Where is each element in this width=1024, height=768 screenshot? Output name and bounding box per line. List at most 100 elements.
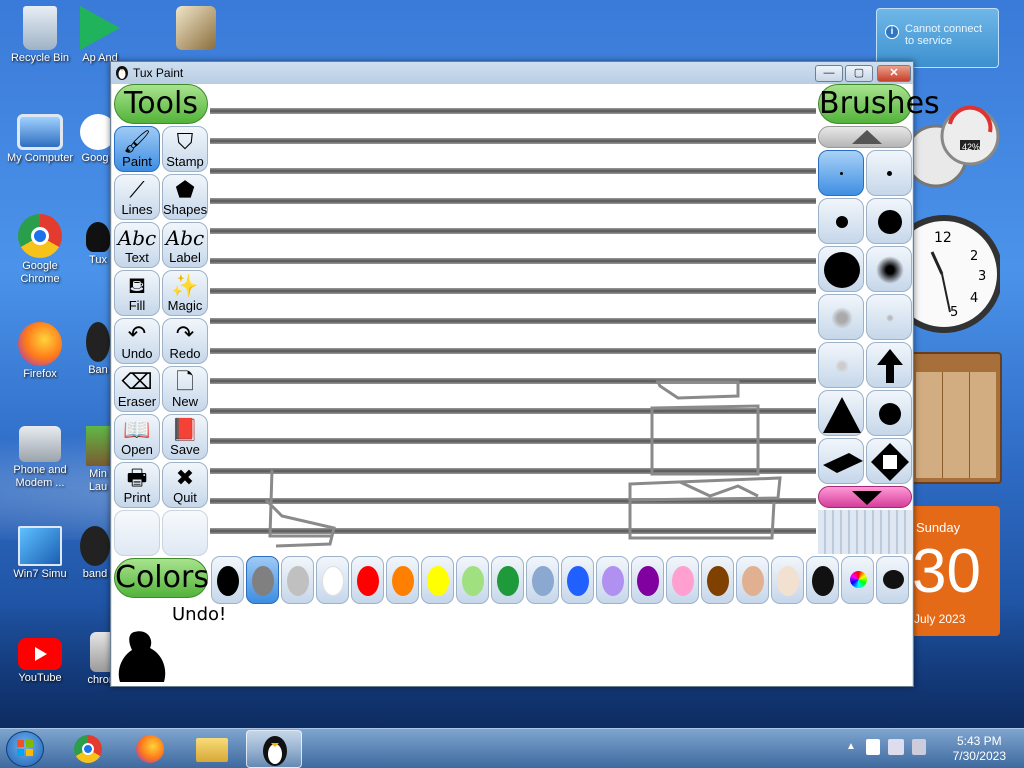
tool-fill-button[interactable]: ⛾ Fill [114, 270, 160, 316]
tool-magic-button[interactable]: ✨ Magic [162, 270, 208, 316]
desktop-icon-minecraft[interactable]: Min Lau [86, 426, 110, 494]
tool-stamp-button[interactable]: ⛉ Stamp [162, 126, 208, 172]
brush-tiny-dot[interactable] [818, 150, 864, 196]
desktop-icon-my-computer[interactable]: My Computer [2, 114, 78, 165]
color-swatch-sky-blue[interactable] [526, 556, 559, 604]
volume-icon[interactable] [912, 739, 926, 755]
color-swatch-red[interactable] [351, 556, 384, 604]
window-titlebar[interactable]: Tux Paint — ▢ ✕ [111, 62, 913, 84]
taskbar-explorer[interactable] [184, 730, 240, 768]
tool-redo-button[interactable]: ↷ Redo [162, 318, 208, 364]
taskbar-tuxpaint[interactable] [246, 730, 302, 768]
tool-label: Shapes [163, 202, 208, 217]
brush-soft-medium[interactable] [818, 342, 864, 388]
color-swatch-green[interactable] [491, 556, 524, 604]
tool-label-button[interactable]: Abc Label [162, 222, 208, 268]
close-button[interactable]: ✕ [877, 65, 911, 82]
desktop-icon-tuxpaint-installer[interactable] [172, 6, 220, 52]
calendar-gadget[interactable]: Sunday 30 July 2023 [910, 506, 1000, 636]
notification-text: Cannot connect to service [905, 23, 983, 47]
brush-triangle[interactable] [818, 390, 864, 436]
folder-icon [196, 738, 228, 762]
color-swatch-tan[interactable] [736, 556, 769, 604]
minimize-button[interactable]: — [815, 65, 843, 82]
desktop-icon-app-store[interactable]: Ap And [80, 6, 120, 65]
color-swatch-pink[interactable] [666, 556, 699, 604]
color-swatch-orange[interactable] [386, 556, 419, 604]
brush-soft-large[interactable] [818, 294, 864, 340]
desktop-icon-label: Ban [88, 364, 108, 376]
drawing-canvas[interactable] [210, 86, 816, 556]
maximize-button[interactable]: ▢ [845, 65, 873, 82]
color-swatch-beige[interactable] [771, 556, 804, 604]
arrow-up-brush-icon [877, 349, 903, 383]
color-swatch-white[interactable] [316, 556, 349, 604]
taskbar-chrome[interactable] [60, 730, 116, 768]
desktop-icon-google[interactable]: Goog [80, 114, 110, 165]
color-mixer-button[interactable] [876, 556, 909, 604]
tool-open-button[interactable]: 📖 Open [114, 414, 160, 460]
color-swatch-purple[interactable] [631, 556, 664, 604]
desktop-icon-tux[interactable]: Tux [86, 222, 110, 267]
tool-text-button[interactable]: Abc Text [114, 222, 160, 268]
brush-medium-dot[interactable] [818, 198, 864, 244]
color-swatch-blue[interactable] [561, 556, 594, 604]
picture-puzzle-gadget[interactable] [910, 352, 1002, 484]
color-swatch-gray[interactable] [246, 556, 279, 604]
desktop-icon-firefox[interactable]: Firefox [2, 322, 78, 381]
window-title: Tux Paint [133, 66, 184, 80]
desktop-icon-bandicam[interactable]: band [80, 526, 110, 581]
network-icon[interactable] [888, 739, 904, 755]
color-blob [462, 566, 484, 596]
show-hidden-icons-button[interactable]: ▲ [846, 741, 856, 752]
tool-lines-button[interactable]: ⟋ Lines [114, 174, 160, 220]
brush-xlarge-dot[interactable] [818, 246, 864, 292]
tool-eraser-button[interactable]: ⌫ Eraser [114, 366, 160, 412]
brush-diamond[interactable] [866, 438, 912, 484]
tool-new-button[interactable]: 🗋 New [162, 366, 208, 412]
taskbar-clock[interactable]: 5:43 PM 7/30/2023 [953, 734, 1006, 764]
taskbar-firefox[interactable] [122, 730, 178, 768]
desktop-icon-phone-modem[interactable]: Phone and Modem ... [2, 426, 78, 490]
tool-paint-button[interactable]: 🖌 Paint [114, 126, 160, 172]
desktop-icon-youtube[interactable]: YouTube [2, 632, 78, 685]
start-button[interactable] [6, 731, 44, 767]
color-swatch-yellow[interactable] [421, 556, 454, 604]
color-wheel-button[interactable] [841, 556, 874, 604]
tool-shapes-button[interactable]: ⬟ Shapes [162, 174, 208, 220]
brushes-scroll-up-button[interactable] [818, 126, 912, 148]
label-icon: Abc [165, 226, 205, 250]
notification-balloon[interactable]: i Cannot connect to service [876, 8, 999, 68]
brush-round[interactable] [866, 390, 912, 436]
brush-soft-small[interactable] [866, 294, 912, 340]
tool-label: Undo [121, 346, 153, 361]
desktop-icon-win7-simu[interactable]: Win7 Simu [2, 526, 78, 581]
color-picker-eyedropper[interactable] [806, 556, 839, 604]
tool-quit-button[interactable]: ✖ Quit [162, 462, 208, 508]
tool-print-button[interactable]: 🖶 Print [114, 462, 160, 508]
color-swatch-silver[interactable] [281, 556, 314, 604]
brush-slant[interactable] [818, 438, 864, 484]
svg-text:2: 2 [970, 249, 978, 264]
brush-dot-icon [835, 359, 849, 373]
brush-fuzzy-dot[interactable] [866, 246, 912, 292]
tool-save-button[interactable]: 📕 Save [162, 414, 208, 460]
eraser-icon: ⌫ [121, 369, 153, 394]
brush-small-dot[interactable] [866, 150, 912, 196]
tool-undo-button[interactable]: ↶ Undo [114, 318, 160, 364]
clock-gadget[interactable]: 12 2 3 4 5 [885, 212, 1003, 336]
desktop-icon-ban[interactable]: Ban [86, 322, 110, 377]
tuxpaint-client: Tools 🖌 Paint ⛉ Stamp ⟋ Lines ⬟ Shapes Abc Text Ab… [112, 84, 940, 686]
desktop-icon-recycle-bin[interactable]: Recycle Bin [2, 6, 78, 65]
color-swatch-black[interactable] [211, 556, 244, 604]
brush-large-dot[interactable] [866, 198, 912, 244]
desktop-icon-label: Recycle Bin [10, 52, 70, 64]
brushes-scroll-down-button[interactable] [818, 486, 912, 508]
color-swatch-lavender[interactable] [596, 556, 629, 604]
action-center-icon[interactable] [866, 739, 880, 755]
color-swatch-brown[interactable] [701, 556, 734, 604]
desktop-icon-google-chrome[interactable]: Google Chrome [2, 214, 78, 286]
brush-arrow[interactable] [866, 342, 912, 388]
brush-size-slider[interactable] [818, 510, 912, 554]
color-swatch-light-green[interactable] [456, 556, 489, 604]
